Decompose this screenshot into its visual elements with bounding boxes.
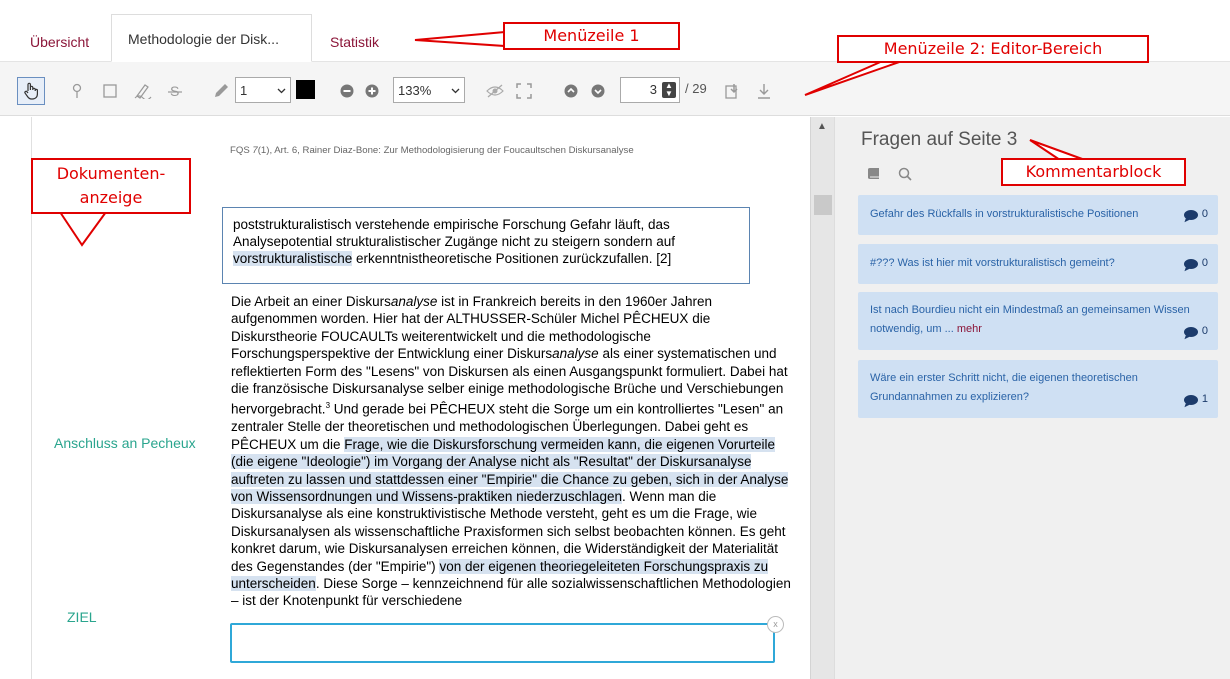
body-text-segment: . Diese Sorge – kennzeichnend für alle s… xyxy=(231,576,791,609)
panel-title: Fragen auf Seite 3 xyxy=(861,129,1018,150)
strikethrough-icon[interactable]: S xyxy=(167,80,183,102)
speech-bubble-icon xyxy=(1183,394,1198,405)
close-icon[interactable]: x xyxy=(767,616,784,633)
fullscreen-icon[interactable] xyxy=(514,80,534,102)
page-number-value: 3 xyxy=(649,82,657,97)
tab-methodologie[interactable]: Methodologie der Disk... xyxy=(111,14,312,62)
quote-text: poststrukturalistisch verstehende empiri… xyxy=(233,217,675,249)
margin-label-ziel[interactable]: ZIEL xyxy=(67,609,97,625)
header-citation: (1), Art. 6, Rainer Diaz-Bone: Zur Metho… xyxy=(257,145,634,156)
page-number-input[interactable]: 3 ▲ ▼ xyxy=(620,77,680,103)
comment-text: Ist nach Bourdieu nicht ein Mindestmaß a… xyxy=(870,304,1190,335)
callout-document-view-line1: Dokumenten- xyxy=(56,164,166,183)
zoom-select[interactable]: 133% xyxy=(393,77,465,103)
tab-statistik[interactable]: Statistik xyxy=(314,30,395,62)
zoom-value: 133% xyxy=(398,82,432,98)
body-text-italic: analyse xyxy=(552,346,599,362)
arrow-up-circle-icon[interactable] xyxy=(563,80,579,102)
book-icon[interactable] xyxy=(867,167,881,186)
active-annotation-box[interactable] xyxy=(230,623,775,663)
editor-toolbar: S 1 133% 3 ▲ ▼ / 29 xyxy=(0,62,1230,116)
callout-comment-block: Kommentarblock xyxy=(1001,158,1186,186)
search-icon[interactable] xyxy=(898,167,912,186)
svg-text:S: S xyxy=(170,83,179,99)
arrow-down-circle-icon[interactable] xyxy=(590,80,606,102)
pen-icon[interactable] xyxy=(133,80,153,102)
speech-bubble-icon xyxy=(1183,258,1198,269)
pin-icon[interactable] xyxy=(70,80,84,102)
comment-text: Wäre ein erster Schritt nicht, die eigen… xyxy=(870,372,1138,403)
reply-count[interactable]: 1 xyxy=(1183,390,1208,409)
reply-count[interactable]: 0 xyxy=(1183,322,1208,341)
header-journal: FQS xyxy=(230,145,253,156)
callout-document-view: Dokumenten- anzeige xyxy=(31,158,191,214)
quote-text-end: erkenntnistheoretische Positionen zurück… xyxy=(352,251,672,266)
hand-pointer-icon[interactable] xyxy=(17,77,45,105)
page-total: / 29 xyxy=(685,81,707,96)
speech-bubble-icon xyxy=(1183,326,1198,337)
chevron-up-icon[interactable]: ▲ xyxy=(817,121,827,132)
reply-count-value: 0 xyxy=(1201,208,1208,220)
document-body-text: Die Arbeit an einer Diskursanalyse ist i… xyxy=(231,293,791,610)
chevron-down-icon xyxy=(277,88,286,94)
import-icon[interactable] xyxy=(724,80,742,102)
body-text-italic: analyse xyxy=(390,294,438,309)
reply-count-value: 0 xyxy=(1201,257,1208,269)
pencil-icon[interactable] xyxy=(211,80,231,102)
comment-card[interactable]: Wäre ein erster Schritt nicht, die eigen… xyxy=(858,360,1218,418)
more-link[interactable]: mehr xyxy=(957,323,982,335)
reply-count[interactable]: 0 xyxy=(1183,205,1208,224)
line-width-value: 1 xyxy=(240,82,248,98)
rectangle-icon[interactable] xyxy=(101,80,119,102)
comment-card[interactable]: Ist nach Bourdieu nicht ein Mindestmaß a… xyxy=(858,292,1218,350)
reply-count-value: 0 xyxy=(1201,325,1208,337)
highlighted-text[interactable]: vorstrukturalistische xyxy=(233,251,353,266)
tab-uebersicht[interactable]: Übersicht xyxy=(14,30,105,62)
download-icon[interactable] xyxy=(756,80,772,102)
margin-label-pecheux[interactable]: Anschluss an Pecheux xyxy=(54,435,196,451)
eye-slash-icon[interactable] xyxy=(485,80,505,102)
document-running-header: FQS 7(1), Art. 6, Rainer Diaz-Bone: Zur … xyxy=(230,145,634,156)
chevron-down-icon xyxy=(451,88,460,94)
callout-menu2: Menüzeile 2: Editor-Bereich xyxy=(837,35,1149,63)
comments-panel: Fragen auf Seite 3 Gefahr des Rückfalls … xyxy=(834,117,1230,679)
reply-count[interactable]: 0 xyxy=(1183,254,1208,273)
plus-circle-icon[interactable] xyxy=(364,80,380,102)
reply-count-value: 1 xyxy=(1201,393,1208,405)
document-scrollbar[interactable]: ▲ xyxy=(810,117,834,679)
callout-menu1: Menüzeile 1 xyxy=(503,22,680,50)
line-width-select[interactable]: 1 xyxy=(235,77,291,103)
comment-card[interactable]: #??? Was ist hier mit vorstrukturalistis… xyxy=(858,244,1218,284)
speech-bubble-icon xyxy=(1183,209,1198,220)
comment-text: #??? Was ist hier mit vorstrukturalistis… xyxy=(870,257,1115,269)
annotated-paragraph-box[interactable]: poststrukturalistisch verstehende empiri… xyxy=(222,207,750,284)
comment-text: Gefahr des Rückfalls in vorstrukturalist… xyxy=(870,208,1139,220)
body-text-segment: Die Arbeit an einer Diskurs xyxy=(231,294,391,309)
color-swatch[interactable] xyxy=(296,80,315,99)
callout-document-view-line2: anzeige xyxy=(79,188,143,207)
page-spinner-icon[interactable]: ▲ ▼ xyxy=(662,82,676,98)
minus-circle-icon[interactable] xyxy=(339,80,355,102)
scrollbar-thumb[interactable] xyxy=(814,195,832,215)
comment-card[interactable]: Gefahr des Rückfalls in vorstrukturalist… xyxy=(858,195,1218,235)
